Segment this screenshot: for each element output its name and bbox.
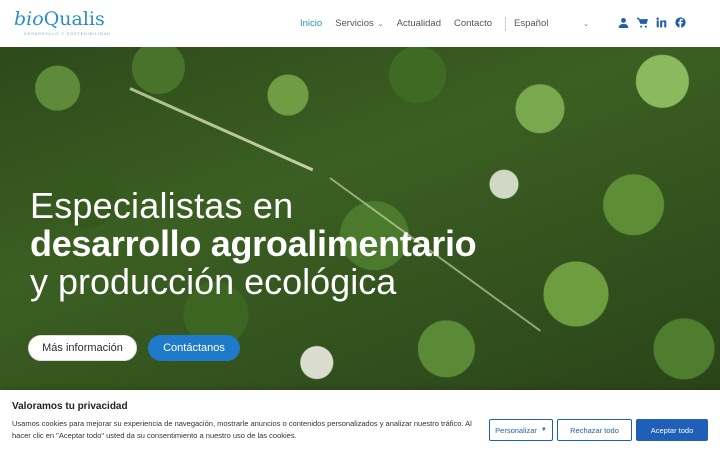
personalize-button[interactable]: Personalizar ▼ (489, 419, 553, 441)
main-nav: Inicio Servicios ⌄ Actualidad Contacto Es… (300, 0, 589, 47)
reject-all-button[interactable]: Rechazar todo (557, 419, 632, 441)
nav-label: Contacto (453, 18, 493, 29)
contact-button[interactable]: Contáctanos (148, 335, 240, 361)
nav-item-servicios[interactable]: Servicios ⌄ (335, 18, 383, 29)
accept-all-button[interactable]: Aceptar todo (636, 419, 708, 441)
hero-line-3: y producción ecológica (30, 261, 397, 302)
nav-item-inicio[interactable]: Inicio (300, 18, 322, 29)
caret-down-icon: ▼ (540, 427, 547, 433)
cookie-text: Usamos cookies para mejorar su experienc… (12, 419, 472, 440)
logo-name: Qualis (43, 8, 105, 30)
cookie-title: Valoramos tu privacidad (12, 401, 128, 412)
nav-item-contacto[interactable]: Contacto (454, 18, 492, 29)
nav-label: Actualidad (396, 18, 441, 29)
cookie-banner: Valoramos tu privacidad Usamos cookies p… (0, 390, 720, 450)
chevron-down-icon: ⌄ (583, 20, 590, 28)
nav-item-actualidad[interactable]: Actualidad (397, 18, 441, 29)
site-header: bioQualis DESARROLLO Y SOSTENIBILIDAD In… (0, 0, 720, 47)
hero-background-image (129, 87, 314, 172)
linkedin-icon[interactable] (655, 16, 667, 28)
logo-wordmark: bioQualis (14, 9, 111, 29)
logo-tagline: DESARROLLO Y SOSTENIBILIDAD (24, 31, 111, 36)
nav-divider (505, 16, 507, 31)
nav-label: Inicio (300, 18, 323, 29)
personalize-label: Personalizar (495, 425, 537, 435)
nav-label: Servicios (335, 18, 374, 29)
site-logo[interactable]: bioQualis DESARROLLO Y SOSTENIBILIDAD (14, 9, 111, 37)
header-icons (617, 16, 686, 28)
logo-prefix: bio (14, 8, 44, 30)
hero-line-1: Especialistas en (30, 185, 294, 226)
hero-headline: Especialistas en desarrollo agroalimenta… (30, 185, 477, 302)
hero-banner: Especialistas en desarrollo agroalimenta… (0, 47, 720, 390)
cart-icon[interactable] (636, 16, 648, 28)
user-icon[interactable] (617, 16, 629, 28)
chevron-down-icon: ⌄ (377, 20, 384, 28)
hero-line-2: desarrollo agroalimentario (30, 223, 477, 264)
language-selector[interactable]: Español ⌄ (514, 18, 589, 29)
facebook-icon[interactable] (674, 16, 686, 28)
language-label: Español (514, 18, 549, 29)
more-info-button[interactable]: Más información (28, 335, 137, 361)
